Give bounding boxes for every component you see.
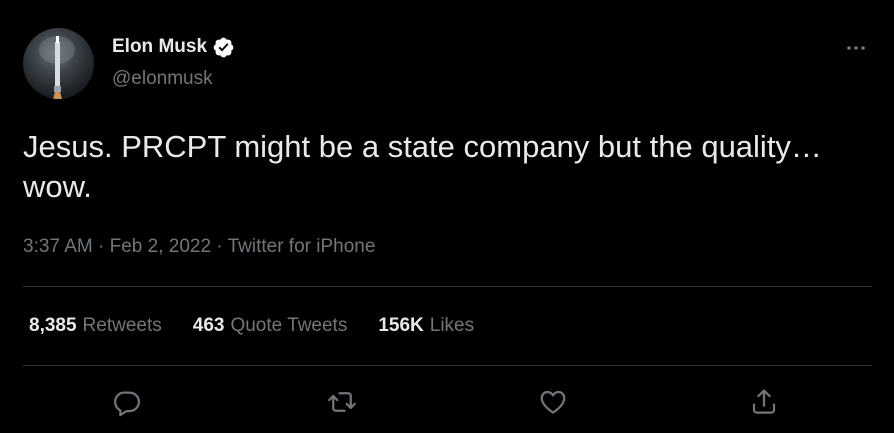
tweet-date[interactable]: Feb 2, 2022 [110, 236, 211, 257]
author-display-name[interactable]: Elon Musk [112, 34, 207, 60]
likes-stat[interactable]: 156K Likes [378, 315, 474, 337]
divider [23, 365, 872, 366]
tweet-source[interactable]: Twitter for iPhone [228, 236, 376, 257]
engagement-stats: 8,385 Retweets 463 Quote Tweets 156K Lik… [29, 312, 505, 340]
like-button[interactable] [531, 380, 575, 424]
tweet-text: Jesus. PRCPT might be a state company bu… [23, 129, 822, 204]
quote-tweets-label: Quote Tweets [230, 315, 348, 336]
reply-button[interactable] [105, 380, 149, 424]
tweet-metadata: 3:37 AM · Feb 2, 2022 · Twitter for iPho… [23, 233, 375, 261]
tweet-actions-bar [0, 380, 894, 424]
meta-separator: · [216, 236, 228, 257]
retweets-stat[interactable]: 8,385 Retweets [29, 315, 162, 337]
likes-label: Likes [429, 315, 475, 336]
quote-tweets-count: 463 [192, 315, 225, 336]
retweets-label: Retweets [82, 315, 162, 336]
share-icon [752, 389, 776, 414]
heart-icon [540, 390, 566, 414]
share-button[interactable] [742, 380, 786, 424]
likes-count: 156K [378, 315, 424, 336]
more-dots-icon [847, 46, 865, 50]
quote-tweets-stat[interactable]: 463 Quote Tweets [193, 315, 348, 337]
more-options-button[interactable] [838, 38, 874, 58]
author-name-row[interactable]: Elon Musk [112, 34, 235, 60]
reply-icon [114, 391, 140, 417]
retweet-icon [328, 392, 356, 412]
rocket-avatar-icon [39, 36, 75, 99]
author-handle[interactable]: @elonmusk [112, 66, 213, 92]
avatar[interactable] [23, 28, 94, 99]
verified-badge-icon [212, 36, 235, 59]
divider [23, 286, 872, 287]
meta-separator: · [98, 236, 110, 257]
retweet-button[interactable] [320, 380, 364, 424]
tweet-card: Elon Musk @elonmusk Jesus. PRCPT might b… [0, 0, 894, 433]
retweets-count: 8,385 [29, 315, 77, 336]
tweet-time[interactable]: 3:37 AM [23, 236, 93, 257]
